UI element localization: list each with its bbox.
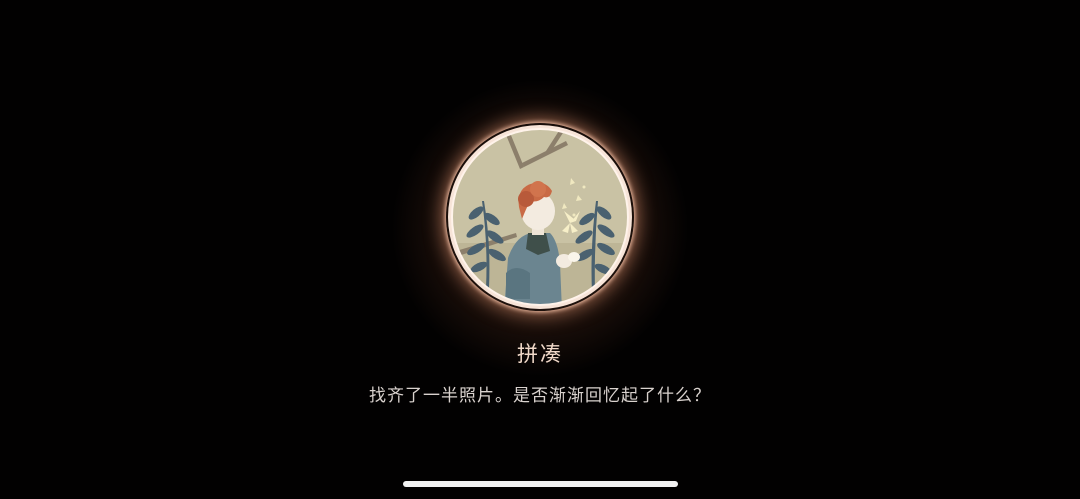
boy-butterfly-illustration [448,125,632,309]
achievement-badge [446,123,634,311]
achievement-screen[interactable]: 拼凑 找齐了一半照片。是否渐渐回忆起了什么？ [0,0,1080,499]
achievement-description: 找齐了一半照片。是否渐渐回忆起了什么？ [369,386,711,406]
home-indicator-bar[interactable] [403,481,678,487]
achievement-title: 拼凑 [517,342,563,366]
